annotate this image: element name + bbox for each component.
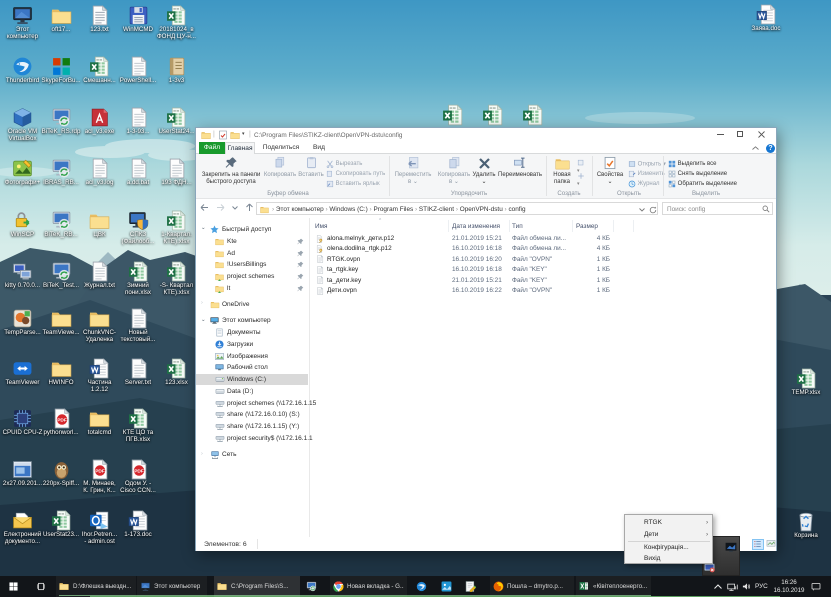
svg-text:PDF: PDF bbox=[57, 418, 67, 424]
svg-text:PDF: PDF bbox=[134, 469, 144, 475]
svg-text:PDF: PDF bbox=[95, 469, 105, 475]
